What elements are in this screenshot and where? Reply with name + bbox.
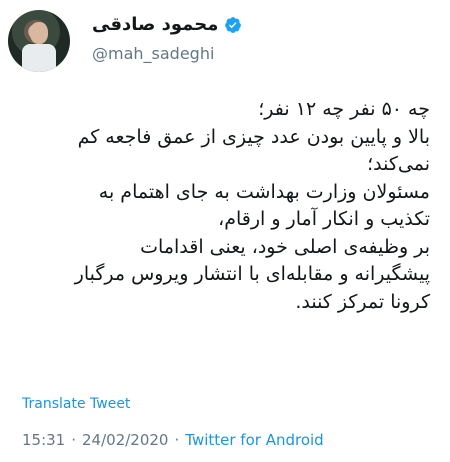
tweet-line: کرونا تمرکز کنند. <box>295 290 430 313</box>
tweet-line: بر وظیفه‌ی اصلی خود، یعنی اقدامات <box>140 235 430 258</box>
tweet-line: پیشگیرانه و مقابله‌ای با انتشار ویروس مر… <box>74 263 430 285</box>
tweet-meta: 15:31 · 24/02/2020 · Twitter for Android <box>22 431 324 449</box>
meta-separator: · <box>174 431 180 449</box>
author-handle[interactable]: @mah_sadeghi <box>92 44 214 63</box>
tweet-line: نمی‌کند؛ <box>367 153 430 175</box>
tweet-source-link[interactable]: Twitter for Android <box>185 431 323 449</box>
tweet-header: محمود صادقی @mah_sadeghi <box>0 8 450 78</box>
author-name[interactable]: محمود صادقی <box>92 14 218 35</box>
tweet-line: چه ۵۰ نفر چه ۱۲ نفر؛ <box>258 98 430 120</box>
tweet-text: چه ۵۰ نفر چه ۱۲ نفر؛ بالا و پایین بودن ع… <box>20 96 430 316</box>
meta-separator: · <box>71 431 77 449</box>
translate-tweet-link[interactable]: Translate Tweet <box>22 396 130 412</box>
avatar-face <box>30 22 48 44</box>
tweet-line: مسئولان وزارت بهداشت به جای اهتمام به <box>98 180 430 203</box>
tweet-line: تکذیب و انکار آمار و ارقام، <box>218 208 430 230</box>
author-name-row: محمود صادقی <box>92 14 242 35</box>
tweet-time[interactable]: 15:31 <box>22 431 65 449</box>
verified-badge-icon <box>225 16 242 33</box>
avatar[interactable] <box>8 10 70 72</box>
avatar-shirt <box>22 44 56 72</box>
tweet-date[interactable]: 24/02/2020 <box>82 431 168 449</box>
tweet-line: بالا و پایین بودن عدد چیزی از عمق فاجعه … <box>77 125 430 148</box>
